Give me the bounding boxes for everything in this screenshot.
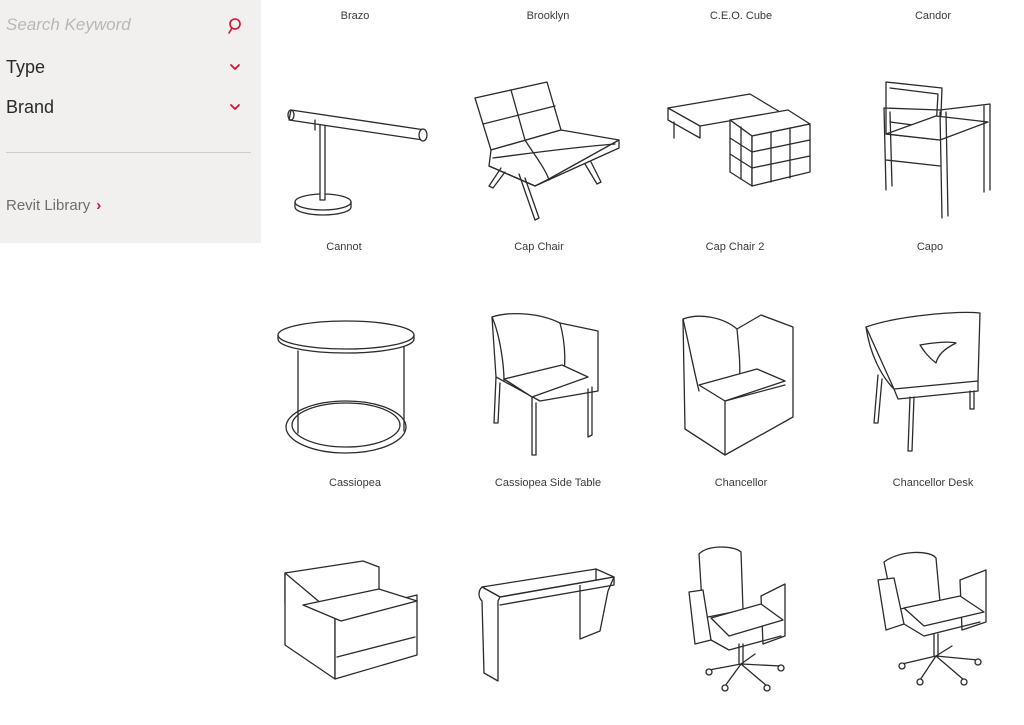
product-card-cassiopea-side-table[interactable] xyxy=(470,305,630,465)
product-card-cap-chair[interactable] xyxy=(465,68,625,228)
product-caption[interactable]: Chancellor xyxy=(651,477,831,489)
shell-chair-icon xyxy=(865,311,981,452)
product-caption[interactable]: Cassiopea Side Table xyxy=(458,477,638,489)
product-card-chancellor[interactable] xyxy=(665,305,825,465)
product-caption[interactable]: C.E.O. Cube xyxy=(651,10,831,22)
product-caption[interactable]: Cannot xyxy=(254,241,434,253)
product-caption[interactable]: Cassiopea xyxy=(265,477,445,489)
product-card-row3-2[interactable] xyxy=(470,545,630,695)
product-caption[interactable]: Cap Chair xyxy=(449,241,629,253)
product-caption[interactable]: Cap Chair 2 xyxy=(645,241,825,253)
tub-chair-icon xyxy=(682,314,794,456)
product-card-chancellor-desk[interactable] xyxy=(860,305,1020,465)
product-card-capo[interactable] xyxy=(860,68,1020,228)
product-card-row3-4[interactable] xyxy=(860,540,1020,695)
product-card-cassiopea[interactable] xyxy=(270,305,430,465)
round-side-table-icon xyxy=(277,320,415,454)
product-caption[interactable]: Candor xyxy=(843,10,1023,22)
product-caption[interactable]: Chancellor Desk xyxy=(843,477,1023,489)
product-card-cap-chair-2[interactable] xyxy=(660,68,820,228)
product-caption[interactable]: Brazo xyxy=(265,10,445,22)
product-card-row3-1[interactable] xyxy=(275,545,435,695)
product-caption[interactable]: Brooklyn xyxy=(458,10,638,22)
writing-desk-icon xyxy=(478,568,615,682)
tub-armchair-icon xyxy=(491,313,599,456)
desk-lamp-icon xyxy=(287,109,428,216)
lounge-bench-icon xyxy=(474,81,620,221)
swivel-lounge-chair-icon xyxy=(877,551,987,686)
lounge-sofa-icon xyxy=(284,560,418,680)
armchair-icon xyxy=(883,81,991,219)
cube-desk-icon xyxy=(667,93,811,187)
product-card-cannot[interactable] xyxy=(275,68,435,228)
product-caption[interactable]: Capo xyxy=(840,241,1020,253)
product-card-row3-3[interactable] xyxy=(665,540,825,695)
product-grid: Brazo Brooklyn C.E.O. Cube Candor Cannot… xyxy=(0,0,1024,725)
swivel-office-chair-icon xyxy=(688,546,786,692)
